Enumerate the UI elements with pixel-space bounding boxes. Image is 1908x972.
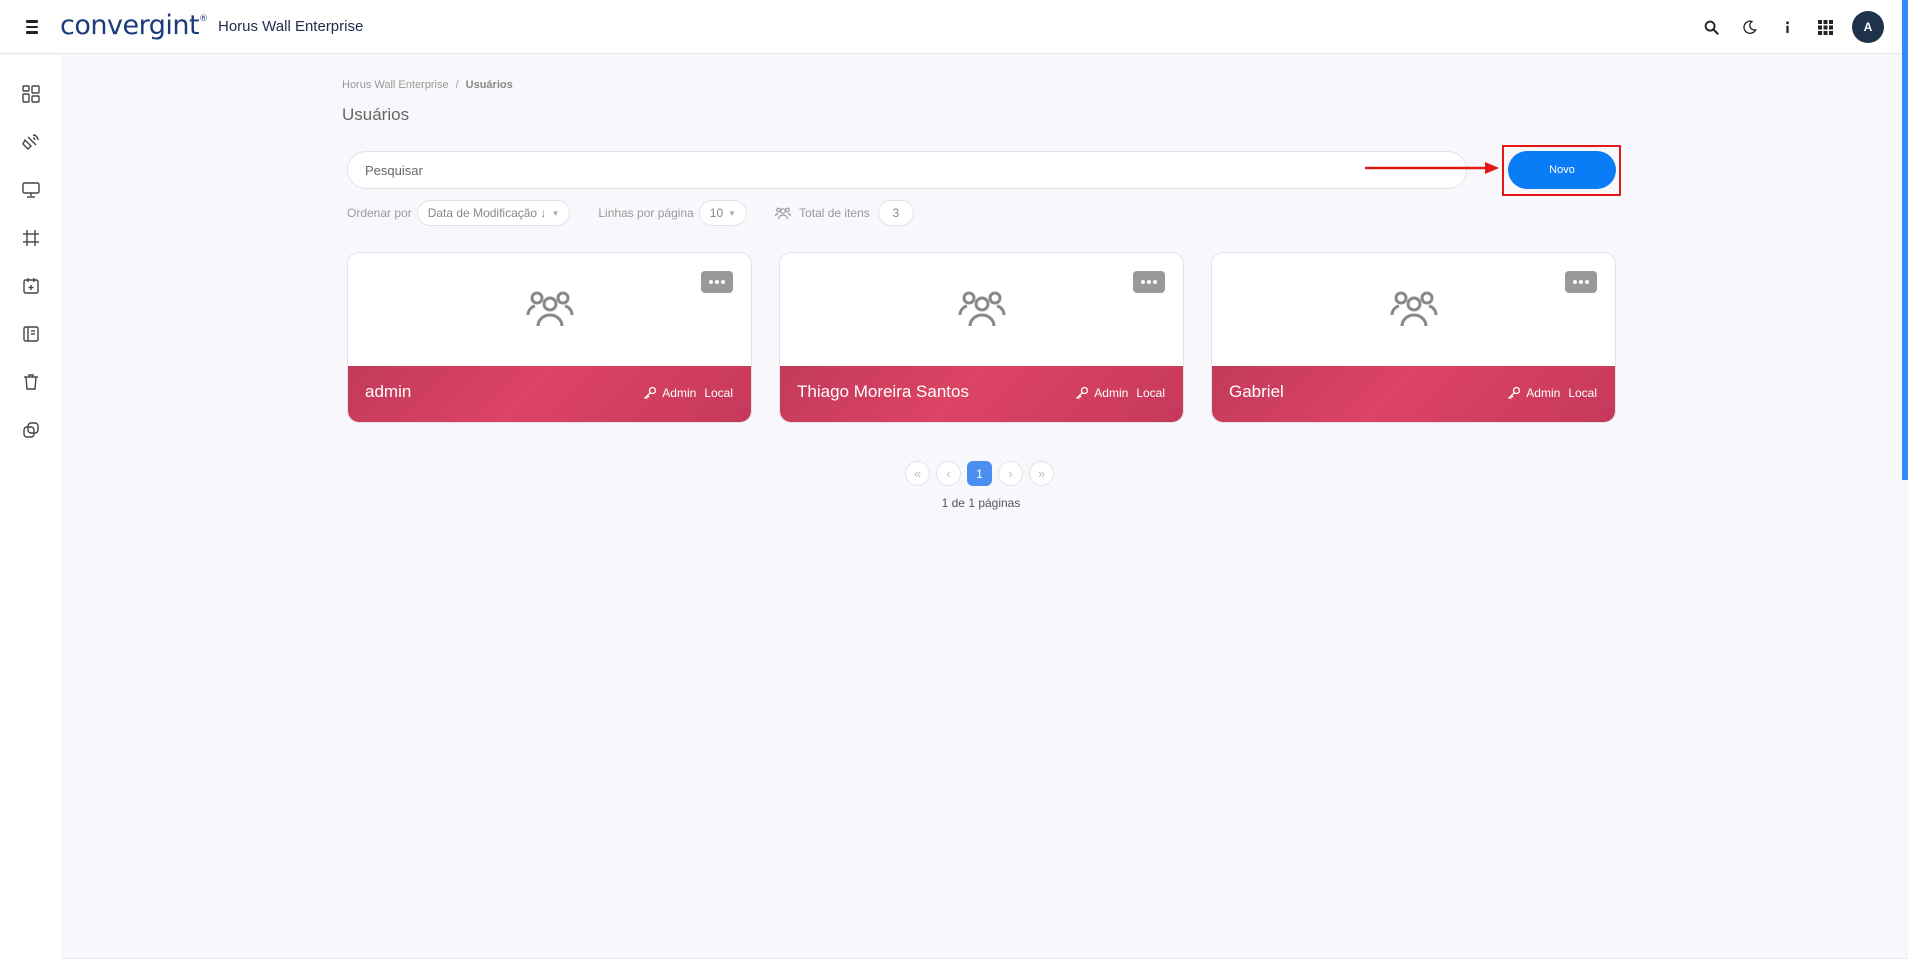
breadcrumb-root[interactable]: Horus Wall Enterprise xyxy=(342,79,449,91)
total-items-label: Total de itens xyxy=(799,206,870,220)
user-card[interactable]: admin Admin Local xyxy=(347,252,752,423)
next-page-button[interactable]: › xyxy=(998,461,1023,486)
apps-grid-icon[interactable] xyxy=(1806,8,1844,46)
menu-icon[interactable] xyxy=(22,17,42,37)
user-source: Local xyxy=(1568,386,1597,400)
users-icon xyxy=(775,206,792,220)
current-page-button[interactable]: 1 xyxy=(967,461,992,486)
notebook-icon[interactable] xyxy=(19,322,43,346)
user-group-icon xyxy=(526,287,574,334)
user-meta: Admin Local xyxy=(1075,386,1165,400)
pagination: « ‹ 1 › » xyxy=(905,461,1054,486)
more-options-button[interactable] xyxy=(1565,271,1597,293)
user-card-footer: admin Admin Local xyxy=(348,366,751,422)
top-actions: A xyxy=(1692,0,1908,54)
user-meta: Admin Local xyxy=(643,386,733,400)
trash-icon[interactable] xyxy=(19,370,43,394)
user-name: Gabriel xyxy=(1229,382,1284,401)
scrollbar[interactable] xyxy=(1902,0,1908,480)
satellite-icon[interactable] xyxy=(19,130,43,154)
user-role: Admin xyxy=(1094,386,1129,400)
info-icon[interactable] xyxy=(1768,8,1806,46)
last-page-button[interactable]: » xyxy=(1029,461,1054,486)
user-source: Local xyxy=(704,386,733,400)
user-card-footer: Gabriel Admin Local xyxy=(1212,366,1615,422)
key-icon xyxy=(1075,386,1089,400)
user-meta: Admin Local xyxy=(1507,386,1597,400)
user-group-icon xyxy=(1390,287,1438,334)
page-info: 1 de 1 páginas xyxy=(941,496,1021,510)
search-input[interactable] xyxy=(347,151,1467,189)
user-avatar[interactable]: A xyxy=(1852,11,1884,43)
logo[interactable]: convergint® xyxy=(60,10,208,41)
page-title: Usuários xyxy=(342,105,410,124)
chevron-down-icon: ▼ xyxy=(728,208,737,218)
breadcrumb: Horus Wall Enterprise / Usuários xyxy=(342,79,513,91)
user-name: admin xyxy=(365,382,412,401)
chevron-down-icon: ▼ xyxy=(551,208,560,218)
monitor-icon[interactable] xyxy=(19,178,43,202)
user-card-footer: Thiago Moreira Santos Admin Local xyxy=(780,366,1183,422)
logo-text: convergint xyxy=(60,10,200,41)
breadcrumb-current: Usuários xyxy=(465,79,513,91)
more-options-button[interactable] xyxy=(701,271,733,293)
sidebar xyxy=(0,55,61,972)
user-card[interactable]: Thiago Moreira Santos Admin Local xyxy=(779,252,1184,423)
list-controls: Ordenar por Data de Modificação ↓ ▼ Linha… xyxy=(347,200,914,226)
top-bar: convergint® Horus Wall Enterprise A xyxy=(0,0,1908,54)
sort-label: Ordenar por xyxy=(347,206,412,220)
dashboard-icon[interactable] xyxy=(19,82,43,106)
user-role: Admin xyxy=(1526,386,1561,400)
copy-icon[interactable] xyxy=(19,418,43,442)
user-name: Thiago Moreira Santos xyxy=(797,382,969,401)
user-group-icon xyxy=(958,287,1006,334)
rows-per-page-label: Linhas por página xyxy=(598,206,694,220)
breadcrumb-separator: / xyxy=(455,79,459,91)
calendar-add-icon[interactable] xyxy=(19,274,43,298)
search-icon[interactable] xyxy=(1692,8,1730,46)
sort-select[interactable]: Data de Modificação ↓ ▼ xyxy=(416,200,571,226)
rows-per-page-select[interactable]: 10 ▼ xyxy=(698,200,748,226)
prev-page-button[interactable]: ‹ xyxy=(936,461,961,486)
sort-value: Data de Modificação ↓ xyxy=(427,206,547,220)
user-card[interactable]: Gabriel Admin Local xyxy=(1211,252,1616,423)
key-icon xyxy=(1507,386,1521,400)
dark-mode-icon[interactable] xyxy=(1730,8,1768,46)
footer xyxy=(61,958,1908,972)
more-options-button[interactable] xyxy=(1133,271,1165,293)
new-user-button[interactable]: Novo xyxy=(1508,151,1616,189)
user-source: Local xyxy=(1136,386,1165,400)
annotation-arrow xyxy=(1365,162,1499,174)
rows-per-page-value: 10 xyxy=(709,206,724,220)
total-items-value: 3 xyxy=(877,200,914,226)
key-icon xyxy=(643,386,657,400)
app-title: Horus Wall Enterprise xyxy=(218,18,364,35)
first-page-button[interactable]: « xyxy=(905,461,930,486)
frame-icon[interactable] xyxy=(19,226,43,250)
logo-trademark: ® xyxy=(199,14,208,24)
user-role: Admin xyxy=(662,386,697,400)
